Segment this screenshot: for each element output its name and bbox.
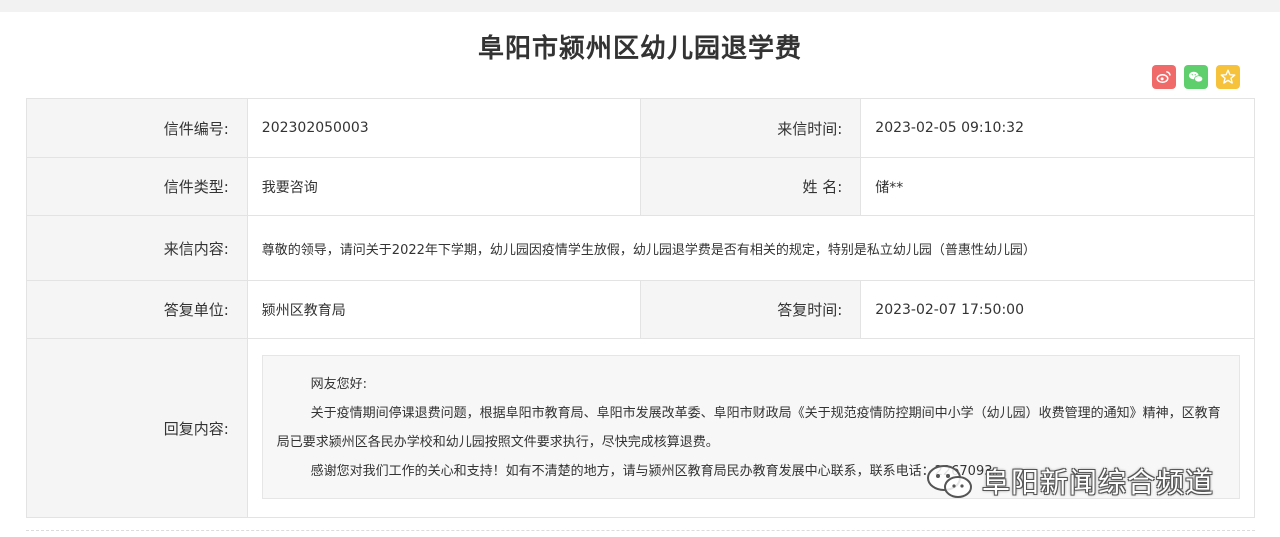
wechat-icon [927, 465, 972, 498]
watermark-text: 阜阳新闻综合频道 [982, 466, 1215, 499]
top-bar [0, 0, 1280, 12]
favorite-icon [1220, 69, 1236, 84]
bottom-divider [26, 530, 1255, 531]
reply-paragraph: 关于疫情期间停课退费问题，根据阜阳市教育局、阜阳市发展改革委、阜阳市财政局《关于… [276, 406, 1221, 450]
wechat-share-button[interactable] [1184, 65, 1208, 89]
reply-content-label: 回复内容: [26, 338, 248, 518]
reply-unit-value: 颍州区教育局 [246, 280, 641, 339]
letter-type-value: 我要咨询 [246, 157, 641, 216]
weibo-share-button[interactable] [1152, 65, 1176, 89]
letter-number-value: 202302050003 [246, 98, 641, 158]
wechat-icon [1188, 71, 1204, 83]
received-time-label: 来信时间: [639, 98, 862, 158]
reply-time-label: 答复时间: [639, 280, 862, 339]
reply-time-value: 2023-02-07 17:50:00 [860, 280, 1255, 339]
received-time-value: 2023-02-05 09:10:32 [860, 98, 1255, 158]
table-row: 答复单位: 颍州区教育局 答复时间: 2023-02-07 17:50:00 [26, 280, 1255, 339]
reply-unit-label: 答复单位: [26, 280, 248, 339]
reply-greeting: 网友您好: [310, 377, 367, 392]
weibo-icon [1156, 71, 1171, 83]
letter-detail-table: 信件编号: 202302050003 来信时间: 2023-02-05 09:1… [26, 98, 1256, 518]
letter-content-label: 来信内容: [26, 215, 248, 281]
page-title: 阜阳市颍州区幼儿园退学费 [477, 34, 802, 64]
channel-watermark: 阜阳新闻综合频道 [924, 460, 1214, 502]
letter-type-label: 信件类型: [26, 157, 248, 216]
table-row: 信件编号: 202302050003 来信时间: 2023-02-05 09:1… [26, 98, 1255, 158]
letter-number-label: 信件编号: [26, 98, 248, 158]
table-row: 来信内容: 尊敬的领导，请问关于2022年下学期，幼儿园因疫情学生放假，幼儿园退… [26, 215, 1256, 281]
name-label: 姓 名: [639, 157, 862, 216]
letter-content-value: 尊敬的领导，请问关于2022年下学期，幼儿园因疫情学生放假，幼儿园退学费是否有相… [246, 215, 1256, 281]
name-value: 储** [860, 157, 1255, 216]
share-bar [1152, 65, 1240, 89]
table-row: 信件类型: 我要咨询 姓 名: 储** [26, 157, 1255, 216]
favorite-button[interactable] [1216, 65, 1240, 89]
